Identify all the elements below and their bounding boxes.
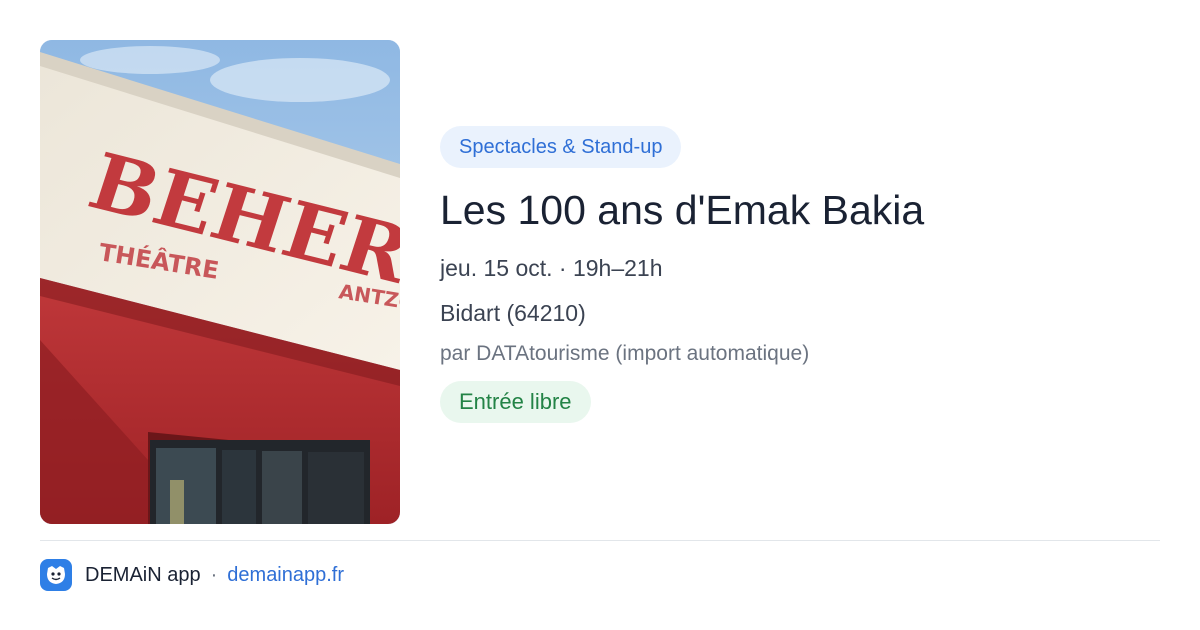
footer-divider — [40, 540, 1160, 541]
app-url-link[interactable]: demainapp.fr — [227, 564, 344, 587]
category-badge[interactable]: Spectacles & Stand-up — [440, 126, 682, 168]
footer-separator: · — [210, 563, 218, 586]
demain-app-logo-icon — [40, 559, 72, 591]
theatre-facade-image: BEHERI THÉÂTRE ANTZO — [40, 40, 400, 524]
price-badge: Entrée libre — [440, 381, 591, 423]
event-organizer: par DATAtourisme (import automatique) — [440, 342, 810, 365]
event-info: Spectacles & Stand-up Les 100 ans d'Emak… — [440, 126, 1160, 423]
event-datetime: jeu. 15 oct. · 19h–21h — [440, 255, 663, 281]
event-photo: BEHERI THÉÂTRE ANTZO — [40, 40, 400, 524]
event-title: Les 100 ans d'Emak Bakia — [440, 187, 925, 233]
event-location: Bidart (64210) — [440, 300, 586, 326]
app-name: DEMAiN app — [85, 563, 201, 586]
event-card: BEHERI THÉÂTRE ANTZO Spectacles & Stand-… — [0, 0, 1200, 630]
footer: DEMAiN app · demainapp.fr — [40, 558, 344, 592]
